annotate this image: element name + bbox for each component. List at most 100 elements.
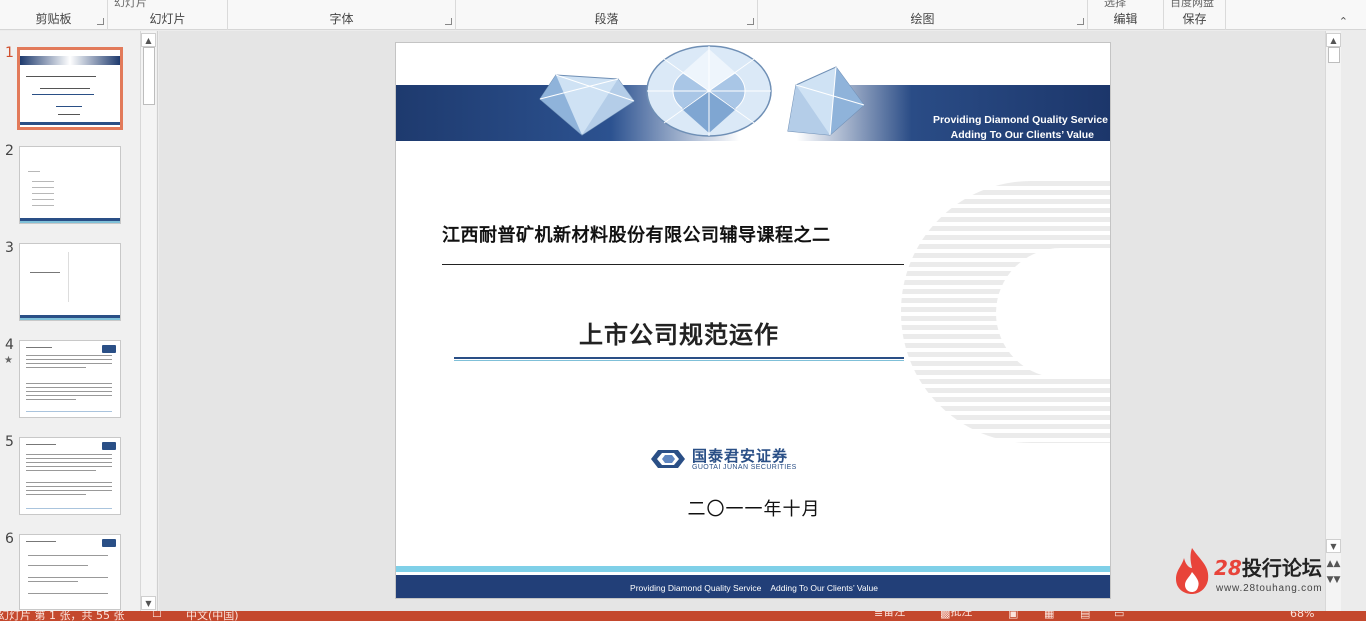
- thumb-divider: [68, 252, 69, 302]
- thumb-text-line: [26, 355, 112, 356]
- dialog-launcher-icon[interactable]: [97, 18, 104, 25]
- thumb-footer-bar: [20, 318, 120, 320]
- scroll-thumb[interactable]: [1328, 47, 1340, 63]
- slide-thumbnail-panel[interactable]: 1 2 3 4 ★ 5 6 ▲ ▼: [0, 31, 158, 611]
- thumbnail-scrollbar[interactable]: ▲ ▼: [140, 31, 156, 611]
- thumb-text-line: [32, 181, 54, 182]
- thumb-logo: [102, 442, 116, 450]
- slide-sorter-icon[interactable]: ▦: [1044, 611, 1054, 620]
- diamond-right-icon: [787, 66, 865, 136]
- ribbon-group-label: 段落: [594, 12, 619, 26]
- logo-english: GUOTAI JUNAN SECURITIES: [692, 464, 797, 471]
- footer-tagline: Providing Diamond Quality Service Adding…: [630, 583, 878, 593]
- scroll-thumb[interactable]: [143, 47, 155, 105]
- reading-view-icon[interactable]: ▤: [1080, 611, 1090, 620]
- ribbon-group-slides: 幻灯片 幻灯片: [108, 0, 228, 30]
- thumb-text-line: [28, 555, 108, 556]
- normal-view-icon[interactable]: ▣: [1008, 611, 1018, 620]
- thumb-text-line: [26, 399, 76, 400]
- flame-logo-icon: [1176, 548, 1209, 594]
- slide-number: 6: [5, 531, 14, 547]
- slide-title[interactable]: 上市公司规范运作: [454, 315, 904, 350]
- comments-label: 批注: [950, 611, 973, 618]
- ribbon: 剪贴板 幻灯片 幻灯片 字体 段落 绘图 选择 编辑 百度网盘 保存 ⌃: [0, 0, 1366, 30]
- baidu-netdisk-button[interactable]: 百度网盘: [1170, 0, 1214, 10]
- animation-star-icon: ★: [4, 355, 13, 366]
- select-button[interactable]: 选择: [1104, 0, 1126, 10]
- spellcheck-icon[interactable]: ☐: [152, 611, 162, 620]
- thumb-text-line: [26, 391, 112, 392]
- title-rule: [442, 264, 904, 265]
- thumb-text-line: [28, 577, 108, 578]
- slideshow-icon[interactable]: ▭: [1114, 611, 1124, 620]
- thumb-text-line: [26, 541, 56, 542]
- watermark-brand-number: 28: [1214, 556, 1242, 580]
- dialog-launcher-icon[interactable]: [747, 18, 754, 25]
- scroll-up-arrow-icon[interactable]: ▲: [1326, 33, 1341, 47]
- dialog-launcher-icon[interactable]: [445, 18, 452, 25]
- watermark-brand-text: 投行论坛: [1241, 556, 1322, 580]
- ribbon-group-save: 百度网盘 保存: [1164, 0, 1226, 30]
- scroll-up-arrow-icon[interactable]: ▲: [141, 33, 156, 47]
- thumb-text-line: [28, 581, 78, 582]
- scroll-down-arrow-icon[interactable]: ▼: [141, 596, 156, 610]
- current-slide[interactable]: Providing Diamond Quality Service Adding…: [395, 42, 1111, 599]
- thumb-text-line: [28, 171, 40, 172]
- thumb-text-line: [26, 486, 112, 487]
- ribbon-group-clipboard: 剪贴板: [0, 0, 108, 30]
- thumb-logo: [102, 345, 116, 353]
- thumb-text-line: [26, 470, 96, 471]
- ribbon-group-label: 保存: [1182, 12, 1207, 26]
- notes-button[interactable]: ≡ 备注: [874, 611, 905, 620]
- slide-count-status[interactable]: 幻灯片 第 1 张，共 55 张: [0, 611, 124, 621]
- thumb-text-line: [26, 359, 112, 360]
- zoom-level[interactable]: 68%: [1290, 611, 1314, 620]
- thumb-footer-line: [26, 411, 112, 412]
- ribbon-group-label: 字体: [329, 12, 354, 26]
- editor-scrollbar[interactable]: ▲ ▼ ▲▲ ▼▼: [1325, 31, 1341, 611]
- collapse-ribbon-icon[interactable]: ⌃: [1339, 15, 1348, 28]
- slide-thumbnail-5[interactable]: [19, 437, 121, 515]
- thumb-text-line: [26, 387, 112, 388]
- dialog-launcher-icon[interactable]: [1077, 18, 1084, 25]
- comments-button[interactable]: ▩ 批注: [940, 611, 972, 620]
- thumb-text-line: [26, 494, 86, 495]
- watermark-url: www.28touhang.com: [1216, 583, 1323, 594]
- slide-number: 3: [5, 240, 14, 256]
- logo-name: 国泰君安证券: [692, 447, 789, 465]
- banner-tagline-2: Adding To Our Clients’ Value: [950, 129, 1094, 141]
- new-slide-button[interactable]: 幻灯片: [114, 0, 147, 10]
- thumb-footer-bar: [20, 221, 120, 223]
- ribbon-group-editing: 选择 编辑: [1088, 0, 1164, 30]
- slide-thumbnail-2[interactable]: [19, 146, 121, 224]
- slide-editor[interactable]: Providing Diamond Quality Service Adding…: [159, 31, 1341, 611]
- slide-thumbnail-6[interactable]: [19, 534, 121, 610]
- thumb-text-line: [56, 106, 82, 107]
- slide-thumbnail-4[interactable]: [19, 340, 121, 418]
- footer-accent-bar: [396, 566, 1110, 572]
- thumb-text-line: [32, 193, 54, 194]
- thumb-text-line: [32, 94, 94, 95]
- status-bar: 幻灯片 第 1 张，共 55 张 ☐ 中文(中国) ≡ 备注 ▩ 批注 ▣ ▦ …: [0, 611, 1366, 621]
- slide-number: 1: [5, 45, 14, 61]
- thumb-text-line: [26, 383, 112, 384]
- thumb-text-line: [26, 462, 112, 463]
- thumb-text-line: [26, 482, 112, 483]
- company-line[interactable]: 江西耐普矿机新材料股份有限公司辅导课程之二: [442, 221, 902, 247]
- watermark: 28投行论坛 www.28touhang.com: [1172, 546, 1344, 598]
- slide-date[interactable]: 二〇一一年十月: [396, 495, 1110, 521]
- ribbon-group-paragraph: 段落: [456, 0, 758, 30]
- ribbon-group-label: 编辑: [1113, 12, 1138, 26]
- slide-thumbnail-1[interactable]: [17, 47, 123, 130]
- gtja-logo-icon: [651, 450, 685, 468]
- slide-number: 5: [5, 434, 14, 450]
- thumb-text-line: [26, 367, 86, 368]
- thumb-banner: [20, 56, 120, 65]
- thumb-text-line: [28, 593, 108, 594]
- thumb-text-line: [26, 454, 112, 455]
- thumb-text-line: [26, 490, 112, 491]
- slide-thumbnail-3[interactable]: [19, 243, 121, 321]
- thumb-text-line: [40, 88, 90, 89]
- language-status[interactable]: 中文(中国): [186, 611, 239, 621]
- slide-number: 4: [5, 337, 14, 353]
